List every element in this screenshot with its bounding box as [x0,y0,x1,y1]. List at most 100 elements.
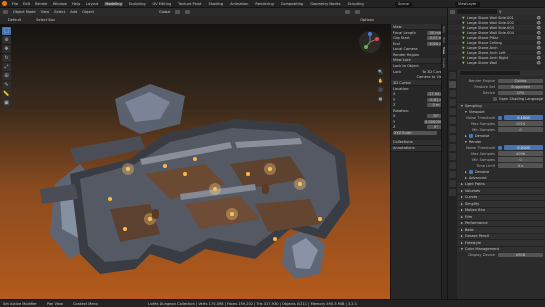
menu-object[interactable]: Object [82,10,94,14]
render-max-samples-field[interactable]: 4096 [498,151,543,156]
tab-view[interactable]: View [442,45,446,56]
visibility-icons[interactable]: 👁 [536,36,545,40]
texture-tab-icon[interactable] [449,189,456,196]
vp-max-samples-label: Max Samples [471,121,495,126]
annotate-tool-icon[interactable]: ✎ [2,81,11,89]
render-min-samples-field[interactable]: 0 [498,157,543,162]
vp-max-samples-field[interactable]: 1024 [498,121,543,126]
add-cube-tool-icon[interactable]: ▣ [2,99,11,107]
menu-file[interactable]: File [12,2,18,6]
tab-texture-paint[interactable]: Texture Paint [177,2,202,6]
proportional-edit-icon[interactable] [185,10,191,14]
options-dropdown[interactable]: Options [360,18,374,22]
scene-tab-icon[interactable] [449,108,456,115]
material-tab-icon[interactable] [449,180,456,187]
rotate-tool-icon[interactable]: ↻ [2,54,11,62]
zoom-icon[interactable]: 🔍 [377,68,384,75]
time-limit-field[interactable]: 0 s [498,163,543,168]
tab-create[interactable]: Create [442,56,446,70]
world-tab-icon[interactable] [449,117,456,124]
render-noise-threshold-checkbox[interactable] [498,145,502,150]
tab-layout[interactable]: Layout [85,2,99,6]
tab-sculpting[interactable]: Sculpting [128,2,147,6]
view-layer-tab-icon[interactable] [449,99,456,106]
tab-animation[interactable]: Animation [229,2,249,6]
render-engine-dropdown[interactable]: Cycles [498,78,543,84]
modifier-tab-icon[interactable] [449,135,456,142]
menu-help[interactable]: Help [72,2,80,6]
snap-icon[interactable] [175,10,181,14]
vp-denoise-checkbox[interactable] [468,133,473,138]
visibility-icons[interactable]: 👁 [536,26,545,30]
cursor-tool-icon[interactable]: ⊕ [2,36,11,44]
physics-tab-icon[interactable] [449,153,456,160]
vp-min-samples-field[interactable]: 0 [498,127,543,132]
menu-render[interactable]: Render [35,2,48,6]
rotation-mode-dropdown[interactable]: XYZ Euler [393,130,437,135]
outliner-search-input[interactable] [457,9,497,14]
camera-view-icon[interactable]: 🎥 [377,86,384,93]
navigation-gizmo[interactable] [358,30,382,54]
tab-item[interactable]: Item [442,24,446,35]
3d-viewport[interactable]: ⬚ ⊕ ✥ ↻ ⤢ ⊞ ✎ 📏 ▣ 🔍 ✋ 🎥 ▦ [0,24,447,299]
drag-dropdown[interactable]: Select Box [36,18,55,22]
tab-tool[interactable]: Tool [442,35,446,45]
transform-pivot-dropdown[interactable]: Default [8,18,21,22]
osl-checkbox[interactable] [493,97,497,101]
menu-edit[interactable]: Edit [23,2,30,6]
render-denoise-checkbox[interactable] [468,169,473,174]
annotations-section-header[interactable]: Annotations [391,145,447,152]
view-layer-selector[interactable]: ViewLayer [454,1,480,7]
tab-rendering[interactable]: Rendering [254,2,274,6]
visibility-icons[interactable]: 👁 [536,56,545,60]
move-tool-icon[interactable]: ✥ [2,45,11,53]
visibility-icons[interactable]: 👁 [536,31,545,35]
outliner-item[interactable]: ▼ Large Stone Wall 👁 [448,60,545,65]
visibility-icons[interactable]: 👁 [536,41,545,45]
tab-scripting[interactable]: Scripting [347,2,365,6]
data-tab-icon[interactable] [449,171,456,178]
tab-modeling[interactable]: Modeling [104,1,123,6]
display-device-dropdown[interactable]: sRGB [498,252,543,258]
transform-tool-icon[interactable]: ⊞ [2,72,11,80]
particles-tab-icon[interactable] [449,144,456,151]
feature-set-dropdown[interactable]: Supported [498,84,543,90]
orientation-dropdown[interactable]: Global [159,10,170,14]
scene-selector[interactable]: Scene [395,1,412,7]
shading-icon[interactable] [355,10,361,14]
visibility-icons[interactable]: 👁 [536,21,545,25]
render-tab-icon[interactable] [449,81,456,88]
render-noise-threshold-field[interactable]: 0.0100 [504,145,543,150]
tab-geometry-nodes[interactable]: Geometry Nodes [309,2,341,6]
vp-noise-threshold-checkbox[interactable] [498,115,502,120]
perspective-toggle-icon[interactable]: ▦ [377,95,384,102]
device-dropdown[interactable]: CPU [498,90,543,96]
editor-type-icon[interactable] [3,10,8,14]
tool-tab-icon[interactable] [449,72,456,79]
menu-window[interactable]: Window [53,2,67,6]
filter-icon[interactable]: ⚲ [499,10,502,14]
pan-icon[interactable]: ✋ [377,77,384,84]
visibility-icons[interactable]: 👁 [536,16,545,20]
blender-logo-icon[interactable] [2,1,7,6]
measure-tool-icon[interactable]: 📏 [2,90,11,98]
properties-search-input[interactable] [460,70,520,76]
visibility-icons[interactable]: 👁 [536,51,545,55]
tab-uv-editing[interactable]: UV Editing [152,2,173,6]
menu-select[interactable]: Select [54,10,65,14]
visibility-icons[interactable]: 👁 [536,61,545,65]
vp-noise-threshold-field[interactable]: 0.1000 [504,115,543,120]
tab-shading[interactable]: Shading [207,2,224,6]
output-tab-icon[interactable] [449,90,456,97]
menu-add[interactable]: Add [70,10,77,14]
menu-view[interactable]: View [41,10,50,14]
constraints-tab-icon[interactable] [449,162,456,169]
mode-dropdown[interactable]: Object Mode [13,10,36,14]
overlay-icon[interactable] [345,10,351,14]
select-box-tool-icon[interactable]: ⬚ [2,27,11,35]
object-tab-icon[interactable] [449,126,456,133]
tab-compositing[interactable]: Compositing [280,2,305,6]
visibility-icons[interactable]: 👁 [536,46,545,50]
scale-tool-icon[interactable]: ⤢ [2,63,11,71]
outliner-editor-icon[interactable] [450,9,455,14]
